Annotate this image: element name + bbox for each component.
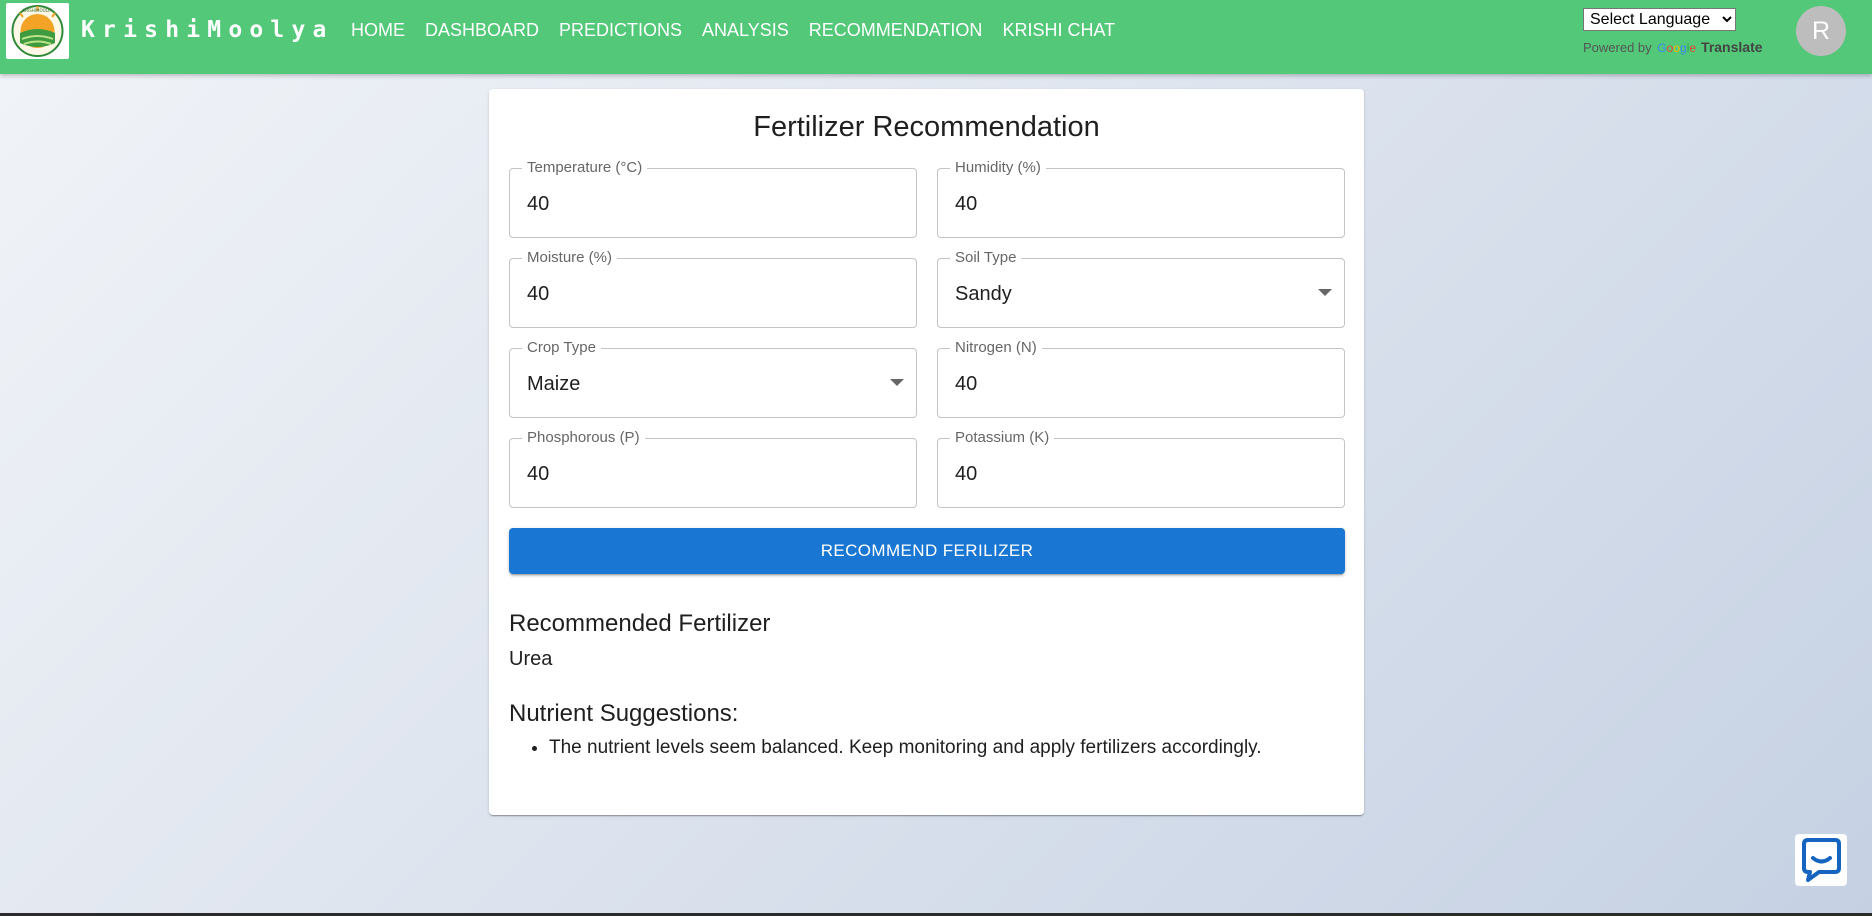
page-title: Fertilizer Recommendation	[753, 111, 1100, 143]
temperature-label: Temperature (°C)	[522, 159, 648, 177]
nav-krishi-chat[interactable]: KRISHI CHAT	[1002, 20, 1115, 41]
soil-type-label: Soil Type	[950, 249, 1022, 267]
recommended-fertilizer-heading: Recommended Fertilizer	[509, 610, 771, 637]
moisture-label: Moisture (%)	[522, 249, 618, 267]
fertilizer-card: Fertilizer Recommendation Temperature (°…	[489, 89, 1364, 815]
main-nav: HOME DASHBOARD PREDICTIONS ANALYSIS RECO…	[351, 20, 1115, 41]
nav-analysis[interactable]: ANALYSIS	[702, 20, 789, 41]
potassium-value[interactable]: 40	[955, 462, 977, 486]
potassium-label: Potassium (K)	[950, 429, 1055, 447]
caret-down-icon[interactable]	[890, 379, 904, 386]
brand-name[interactable]: KrishiMoolya	[81, 17, 334, 43]
top-navbar: KRISHIMOOLYA KrishiMoolya HOME DASHBOARD…	[0, 0, 1872, 74]
nav-dashboard[interactable]: DASHBOARD	[425, 20, 539, 41]
phosphorous-label: Phosphorous (P)	[522, 429, 645, 447]
powered-by-text: Powered by	[1583, 40, 1652, 55]
krishimoolya-logo-icon[interactable]: KRISHIMOOLYA	[6, 3, 69, 59]
nitrogen-field[interactable]: Nitrogen (N) 40	[937, 339, 1345, 418]
moisture-value[interactable]: 40	[527, 282, 549, 306]
temperature-value[interactable]: 40	[527, 192, 549, 216]
crop-type-select[interactable]: Crop Type Maize	[509, 339, 917, 418]
humidity-field[interactable]: Humidity (%) 40	[937, 159, 1345, 238]
nav-recommendation[interactable]: RECOMMENDATION	[809, 20, 983, 41]
soil-type-select[interactable]: Soil Type Sandy	[937, 249, 1345, 328]
crop-type-value[interactable]: Maize	[527, 372, 580, 396]
nitrogen-value[interactable]: 40	[955, 372, 977, 396]
humidity-value[interactable]: 40	[955, 192, 977, 216]
crop-type-label: Crop Type	[522, 339, 601, 357]
nav-home[interactable]: HOME	[351, 20, 405, 41]
recommend-fertilizer-button[interactable]: RECOMMEND FERILIZER	[509, 528, 1345, 574]
chat-bubble-icon[interactable]	[1795, 834, 1847, 886]
nutrient-suggestions-list: The nutrient levels seem balanced. Keep …	[509, 737, 1262, 759]
humidity-label: Humidity (%)	[950, 159, 1046, 177]
language-select[interactable]: Select Language	[1583, 8, 1736, 31]
google-translate-attribution: Powered by Google Translate	[1583, 39, 1763, 55]
recommended-fertilizer-value: Urea	[509, 648, 553, 670]
soil-type-value[interactable]: Sandy	[955, 282, 1012, 306]
nitrogen-label: Nitrogen (N)	[950, 339, 1042, 357]
translate-link[interactable]: Translate	[1701, 39, 1762, 55]
nutrient-suggestions-heading: Nutrient Suggestions:	[509, 700, 739, 727]
moisture-field[interactable]: Moisture (%) 40	[509, 249, 917, 328]
google-logo-icon: Google	[1657, 41, 1697, 55]
nav-predictions[interactable]: PREDICTIONS	[559, 20, 682, 41]
temperature-field[interactable]: Temperature (°C) 40	[509, 159, 917, 238]
phosphorous-value[interactable]: 40	[527, 462, 549, 486]
potassium-field[interactable]: Potassium (K) 40	[937, 429, 1345, 508]
list-item: The nutrient levels seem balanced. Keep …	[549, 737, 1262, 759]
user-avatar[interactable]: R	[1796, 6, 1846, 56]
phosphorous-field[interactable]: Phosphorous (P) 40	[509, 429, 917, 508]
logo-lettering: KRISHIMOOLYA	[23, 8, 53, 13]
caret-down-icon[interactable]	[1318, 289, 1332, 296]
